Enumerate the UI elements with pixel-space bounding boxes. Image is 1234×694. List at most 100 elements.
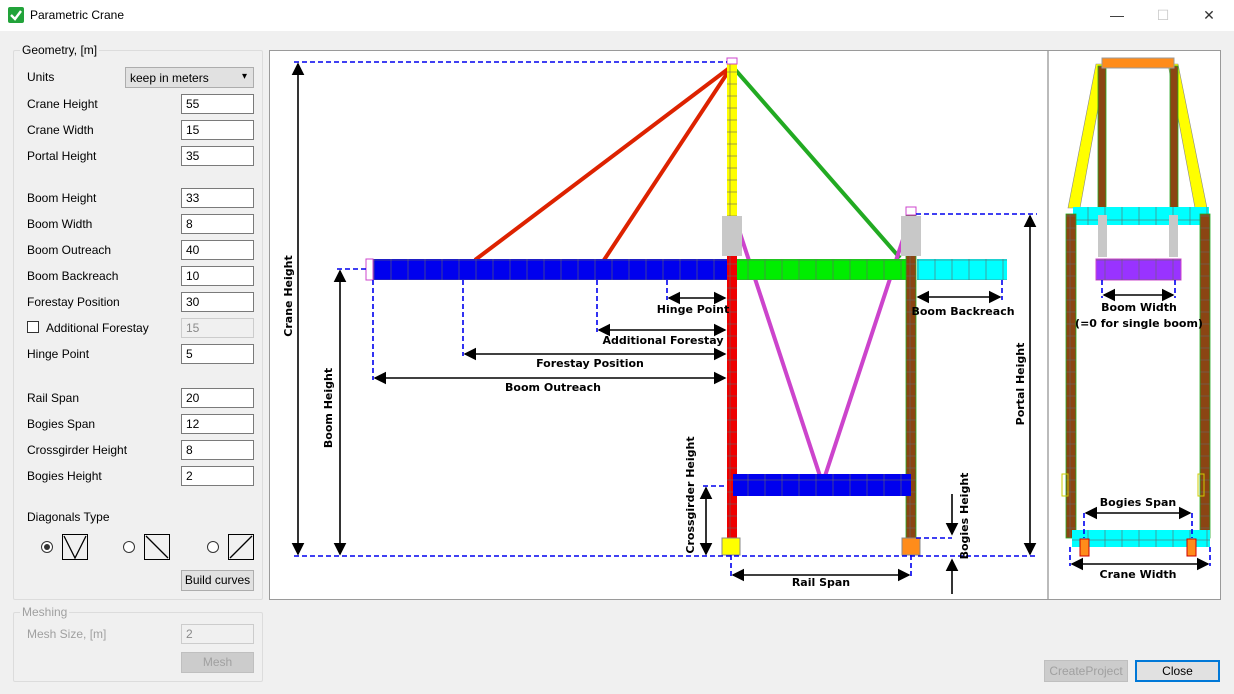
forestay-position-dim-label: Forestay Position: [536, 357, 644, 370]
front-dimension-arrows: [1070, 288, 1210, 571]
chevron-down-icon: ▾: [241, 71, 247, 82]
crossgirder-height-input[interactable]: [181, 440, 254, 460]
stay-line: [730, 64, 902, 260]
crane-width-input[interactable]: [181, 120, 254, 140]
boom-width-note: (=0 for single boom): [1075, 317, 1203, 330]
geometry-legend: Geometry, [m]: [22, 43, 98, 57]
rail-span-label: Rail Span: [27, 391, 80, 405]
sea-bogie: [721, 537, 741, 556]
bogies-span-input[interactable]: [181, 414, 254, 434]
apex-top: [726, 57, 738, 65]
checkmark-icon: [8, 7, 24, 23]
front-hanger-right: [1169, 215, 1178, 257]
boom-width-input[interactable]: [181, 214, 254, 234]
land-bogie: [901, 537, 921, 556]
close-button[interactable]: Close: [1135, 660, 1220, 682]
crossgirder-height-dim-label: Crossgirder Height: [684, 436, 697, 553]
portal-height-dim-label: Portal Height: [1014, 343, 1027, 426]
crane-width-label: Crane Width: [27, 123, 94, 137]
boom-height-dim-label: Boom Height: [322, 368, 335, 448]
crossgirder-height-label: Crossgirder Height: [27, 443, 128, 457]
boom-outreach-input[interactable]: [181, 240, 254, 260]
create-project-button: CreateProject: [1044, 660, 1128, 682]
mesh-size-label: Mesh Size, [m]: [27, 627, 107, 641]
units-label: Units: [27, 70, 55, 84]
brace-line: [823, 217, 912, 477]
boom-width-dim-label: Boom Width: [1101, 301, 1177, 314]
additional-forestay-label: Additional Forestay: [46, 321, 149, 335]
apex-tower-grid: [727, 64, 737, 216]
portal-height-input[interactable]: [181, 146, 254, 166]
brace-line: [733, 217, 822, 477]
boom-backreach-input[interactable]: [181, 266, 254, 286]
mesh-button: Mesh: [181, 652, 254, 673]
boom-backreach-dim-label: Boom Backreach: [911, 305, 1014, 318]
land-leg-top: [905, 206, 917, 216]
additional-forestay-input: [181, 318, 254, 338]
front-bogie-left: [1079, 538, 1090, 557]
boom-height-input[interactable]: [181, 188, 254, 208]
front-hanger-left: [1098, 215, 1107, 257]
land-leg-connector: [901, 216, 921, 256]
diagonal-backslash-icon: [144, 534, 170, 560]
diagonal-slash-icon: [228, 534, 254, 560]
diagonals-type-backslash-radio[interactable]: [123, 541, 135, 553]
boom-backreach-label: Boom Backreach: [27, 269, 119, 283]
boom-outreach-dim-label: Boom Outreach: [505, 381, 601, 394]
boom-height-label: Boom Height: [27, 191, 97, 205]
front-mast-left: [1097, 65, 1107, 209]
bogies-span-label: Bogies Span: [27, 417, 96, 431]
rail-span-input[interactable]: [181, 388, 254, 408]
crane-height-label: Crane Height: [27, 97, 98, 111]
portal-height-label: Portal Height: [27, 149, 97, 163]
title-bar: Parametric Crane — ☐ ✕: [0, 0, 1234, 31]
rail-span-dim-label: Rail Span: [792, 576, 850, 589]
stay-line: [473, 64, 734, 262]
additional-forestay-dim-label: Additional Forestay: [602, 334, 723, 347]
dashed-guides: [294, 61, 1037, 578]
units-value: keep in meters: [130, 71, 209, 85]
boom-width-label: Boom Width: [27, 217, 93, 231]
crane-width-dim-label: Crane Width: [1100, 568, 1177, 581]
minimize-button[interactable]: —: [1094, 0, 1140, 31]
window-title: Parametric Crane: [30, 8, 125, 22]
hinge-point-label: Hinge Point: [27, 347, 90, 361]
diagonals-type-slash-radio[interactable]: [207, 541, 219, 553]
front-leg-right-grid: [1199, 213, 1211, 539]
front-top-beam: [1101, 57, 1175, 69]
crane-height-dim-label: Crane Height: [282, 255, 295, 336]
mesh-size-input: [181, 624, 254, 644]
crossgirder-grid: [733, 474, 911, 496]
bogies-height-input[interactable]: [181, 466, 254, 486]
forestay-position-label: Forestay Position: [27, 295, 120, 309]
sea-leg-connector: [722, 216, 742, 256]
additional-forestay-checkbox[interactable]: [27, 321, 39, 333]
hinge-point-input[interactable]: [181, 344, 254, 364]
maximize-button: ☐: [1156, 7, 1170, 23]
stay-line: [602, 64, 734, 262]
units-select[interactable]: keep in meters ▾: [125, 67, 254, 88]
meshing-legend: Meshing: [22, 605, 68, 619]
front-boom-section-grid: [1096, 259, 1181, 280]
forestay-position-input[interactable]: [181, 292, 254, 312]
bogies-height-label: Bogies Height: [27, 469, 102, 483]
front-mast-right: [1169, 65, 1179, 209]
front-bogie-right: [1186, 538, 1197, 557]
build-curves-button[interactable]: Build curves: [181, 570, 254, 591]
boom-outreach-label: Boom Outreach: [27, 243, 112, 257]
diagonals-type-v-radio[interactable]: [41, 541, 53, 553]
boom-backreach-grid: [917, 259, 1007, 280]
boom-tip: [365, 258, 374, 281]
crane-diagram: Crane Height Boom Height Hinge Point Add…: [269, 50, 1221, 600]
dimension-arrows: [291, 62, 1037, 594]
bogies-span-dim-label: Bogies Span: [1100, 496, 1176, 509]
hinge-point-dim-label: Hinge Point: [657, 303, 729, 316]
bogies-height-dim-label: Bogies Height: [958, 473, 971, 560]
diagonals-type-label: Diagonals Type: [27, 510, 110, 524]
front-portal-beam-grid: [1073, 207, 1209, 225]
close-window-button[interactable]: ✕: [1186, 0, 1232, 31]
diagonal-v-icon: [62, 534, 88, 560]
boom-mid-grid: [736, 259, 909, 280]
boom-outreach-grid: [373, 259, 728, 280]
crane-height-input[interactable]: [181, 94, 254, 114]
